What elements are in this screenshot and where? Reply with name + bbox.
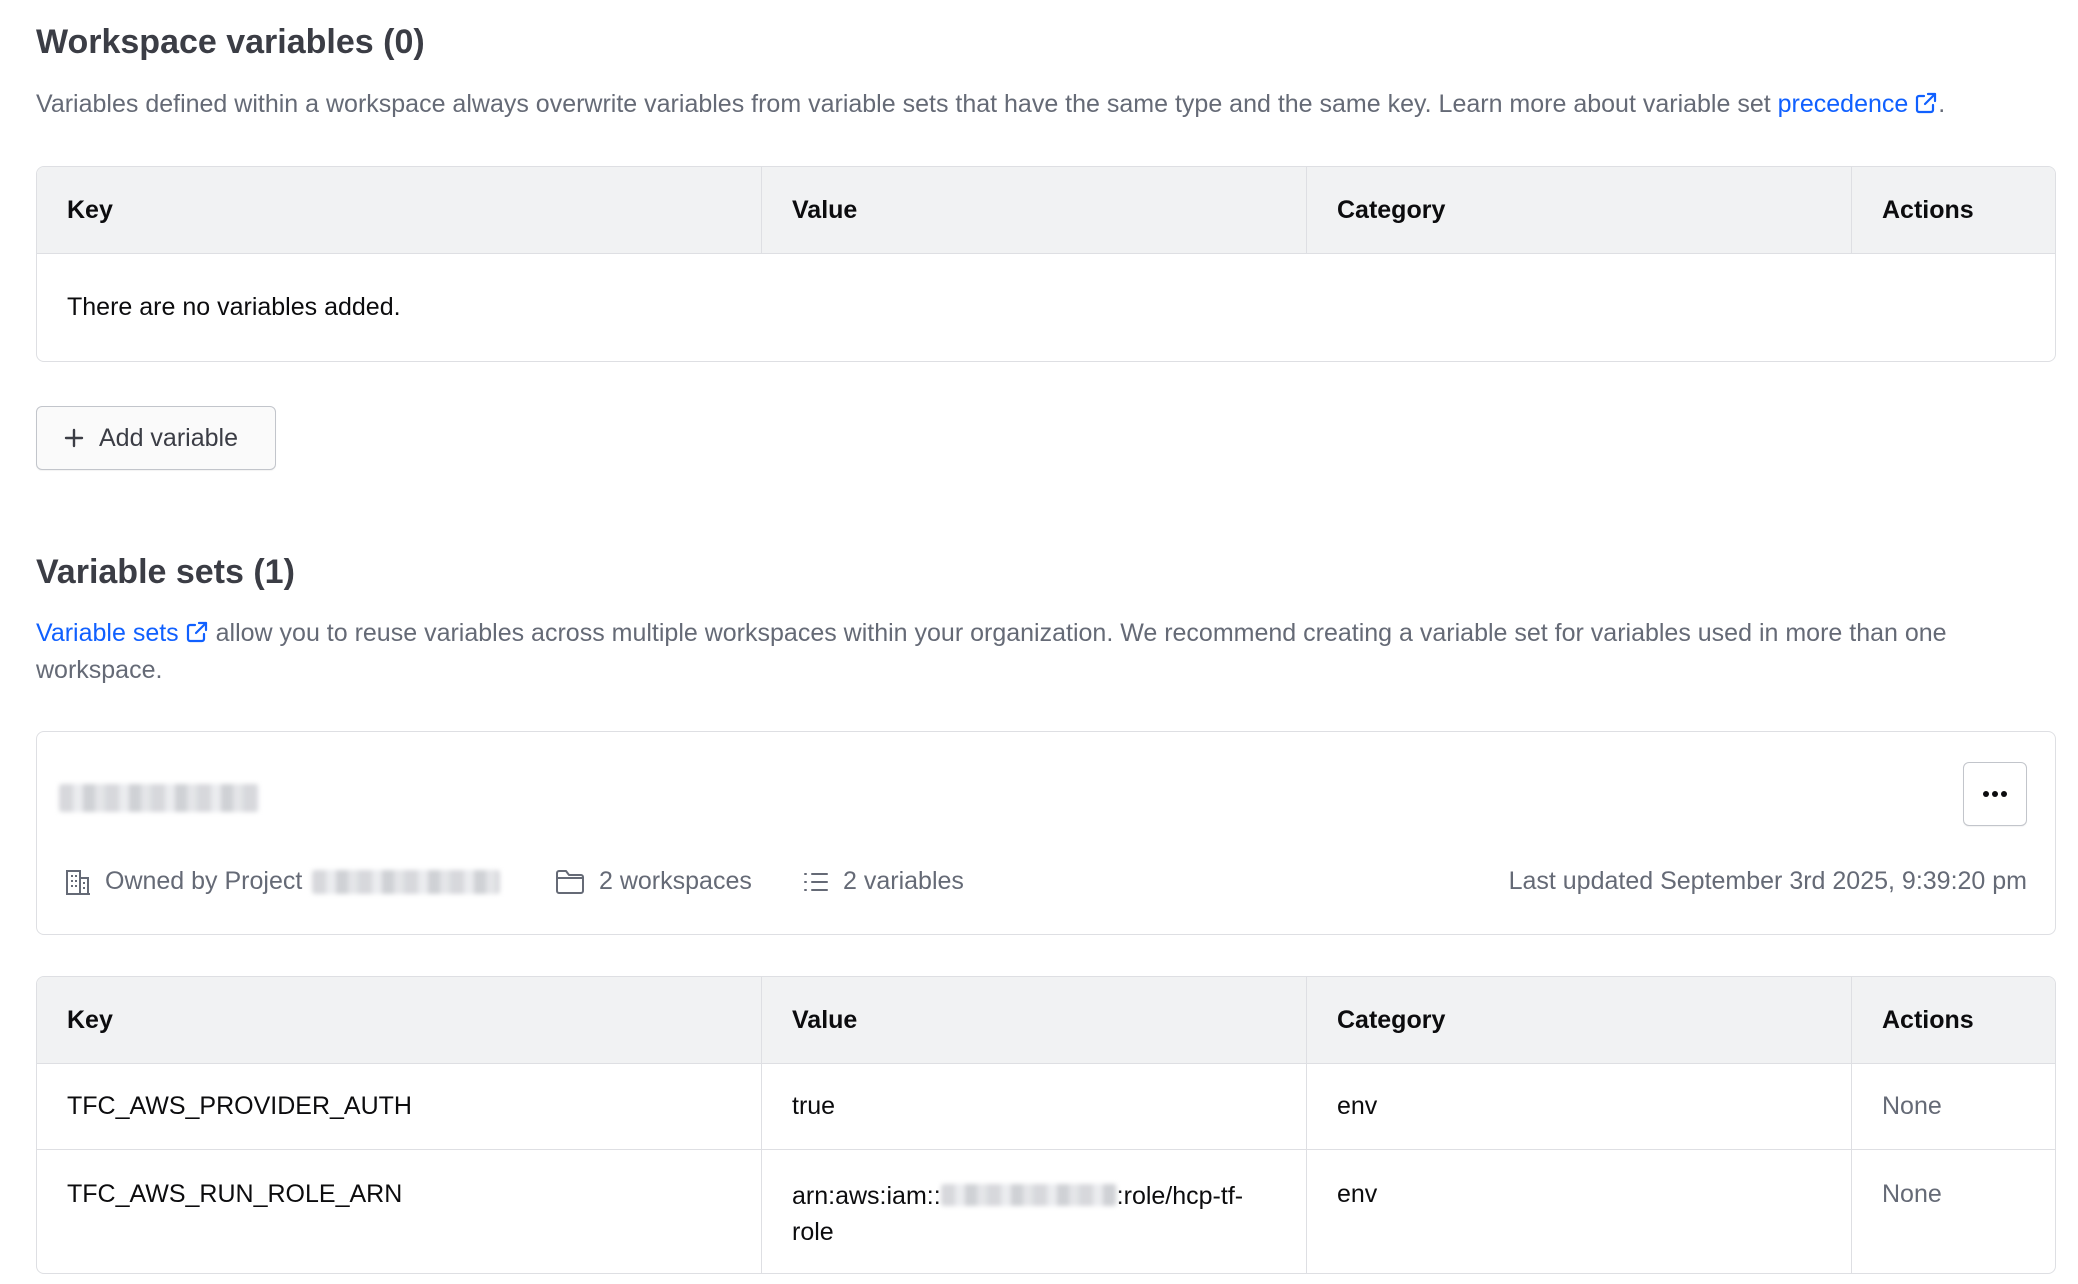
- owned-by: Owned by Project: [65, 867, 501, 896]
- add-variable-label: Add variable: [99, 423, 238, 452]
- owned-by-label: Owned by Project: [105, 867, 303, 895]
- plus-icon: [64, 428, 84, 448]
- row-key-text: TFC_AWS_RUN_ROLE_ARN: [67, 1180, 403, 1208]
- header-key: Key: [37, 167, 762, 253]
- row-actions: None: [1852, 1150, 2055, 1273]
- table-row: TFC_AWS_RUN_ROLE_ARN arn:aws:iam:::role/…: [37, 1149, 2055, 1273]
- variable-sets-link-label[interactable]: Variable sets: [36, 619, 179, 647]
- row-actions: None: [1882, 1092, 1942, 1120]
- row-key: TFC_AWS_PROVIDER_AUTH: [37, 1064, 762, 1149]
- add-variable-button[interactable]: Add variable: [36, 406, 276, 470]
- folder-icon: [556, 869, 584, 894]
- variables-count: 2 variables: [803, 867, 964, 896]
- header-category: Category: [1307, 977, 1852, 1063]
- more-horizontal-icon: [1983, 791, 2007, 797]
- row-value-prefix: arn:aws:iam::: [792, 1182, 941, 1210]
- precedence-link-label[interactable]: precedence: [1778, 90, 1909, 118]
- workspaces-count-label: 2 workspaces: [599, 867, 752, 895]
- variable-set-menu-button[interactable]: [1963, 762, 2027, 826]
- workspace-variables-title: Workspace variables (0): [36, 23, 425, 61]
- variable-set-table: Key Value Category Actions TFC_AWS_PROVI…: [36, 976, 2056, 1274]
- variable-sets-title: Variable sets (1): [36, 553, 295, 591]
- variable-set-name-redacted[interactable]: [59, 784, 259, 812]
- header-actions: Actions: [1882, 195, 1974, 224]
- description-prefix: Variables defined within a workspace alw…: [36, 90, 1778, 118]
- account-id-redacted: [940, 1184, 1117, 1206]
- table-header-row: Key Value Category Actions: [37, 167, 2055, 253]
- row-value-line2: role: [792, 1218, 834, 1246]
- table-row: TFC_AWS_PROVIDER_AUTH true env None: [37, 1063, 2055, 1149]
- external-link-icon: [186, 621, 207, 643]
- variables-count-label: 2 variables: [843, 867, 964, 895]
- workspaces-count: 2 workspaces: [555, 867, 752, 896]
- building-icon: [66, 869, 90, 895]
- header-value: Value: [762, 977, 1307, 1063]
- external-link-icon: [1916, 92, 1937, 114]
- last-updated: Last updated September 3rd 2025, 9:39:20…: [1508, 867, 2027, 895]
- row-value: arn:aws:iam:::role/hcp-tf- role: [762, 1150, 1307, 1273]
- workspace-variables-table: Key Value Category Actions There are no …: [36, 166, 2056, 362]
- variable-sets-link[interactable]: Variable sets: [36, 619, 209, 647]
- workspace-variables-description: Variables defined within a workspace alw…: [36, 86, 2056, 123]
- variable-set-card: Owned by Project 2 workspaces 2 variable…: [36, 731, 2056, 935]
- list-icon: [804, 872, 828, 891]
- row-value-suffix: :role/hcp-tf-: [1116, 1182, 1244, 1210]
- description-suffix: .: [1938, 90, 1946, 118]
- header-actions: Actions: [1882, 1005, 1974, 1034]
- precedence-link[interactable]: precedence: [1778, 90, 1939, 118]
- row-value: true: [762, 1064, 1307, 1149]
- table-header-row: Key Value Category Actions: [37, 977, 2055, 1063]
- variable-sets-description: Variable sets allow you to reuse variabl…: [36, 615, 2056, 689]
- header-value: Value: [762, 167, 1307, 253]
- row-actions-text: None: [1882, 1180, 1942, 1208]
- variable-sets-description-text: allow you to reuse variables across mult…: [36, 619, 1947, 684]
- row-category: env: [1307, 1064, 1852, 1149]
- empty-message: There are no variables added.: [37, 253, 2055, 361]
- row-key: TFC_AWS_RUN_ROLE_ARN: [37, 1150, 762, 1273]
- header-key: Key: [37, 977, 762, 1063]
- row-category-text: env: [1337, 1180, 1378, 1208]
- header-category: Category: [1307, 167, 1852, 253]
- project-name-redacted[interactable]: [312, 869, 501, 894]
- row-category: env: [1307, 1150, 1852, 1273]
